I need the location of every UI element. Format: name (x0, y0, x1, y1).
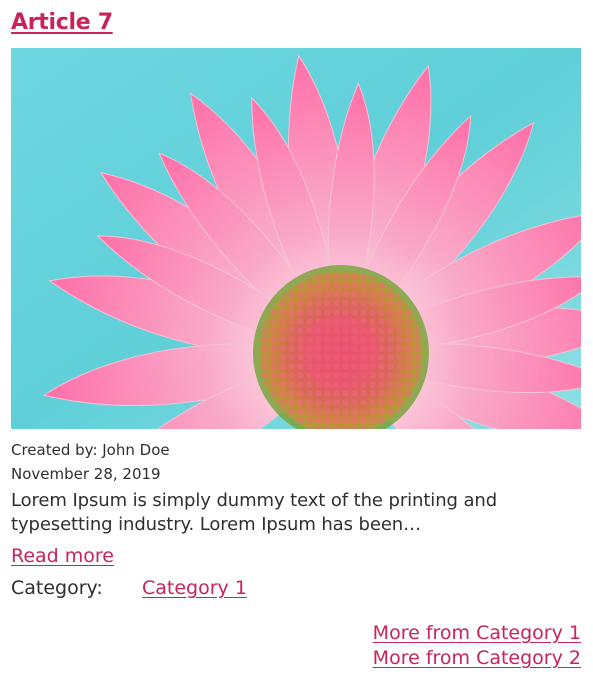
article-title-link[interactable]: Article 7 (11, 10, 113, 35)
category-link[interactable]: Category 1 (142, 575, 247, 601)
read-more-link[interactable]: Read more (11, 543, 114, 569)
more-from-category-2-link[interactable]: More from Category 2 (373, 646, 581, 671)
article-image[interactable] (11, 48, 581, 429)
more-from-category-links: More from Category 1 More from Category … (373, 621, 581, 671)
article-author: Created by: John Doe (11, 441, 170, 459)
category-label: Category: (11, 577, 103, 599)
article-excerpt: Lorem Ipsum is simply dummy text of the … (11, 490, 498, 535)
article-title: Article 7 (11, 8, 581, 38)
article-date: November 28, 2019 (11, 465, 161, 483)
category-row: Category: Category 1 (11, 575, 581, 601)
flower-image (11, 48, 581, 429)
more-from-category-1-link[interactable]: More from Category 1 (373, 621, 581, 646)
article-card: Article 7 Created by: John Doe November … (11, 0, 581, 601)
